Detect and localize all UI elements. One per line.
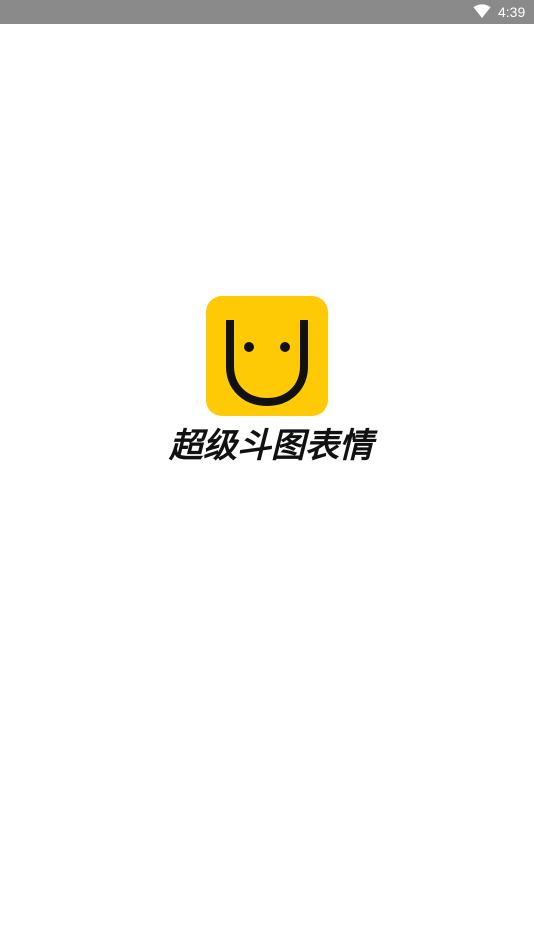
- status-bar: 4:39: [0, 0, 534, 24]
- app-logo: [206, 296, 328, 416]
- wifi-icon: [473, 4, 491, 18]
- splash-screen: 超级斗图表情: [0, 24, 534, 949]
- smiley-face-icon: [226, 320, 308, 407]
- status-time: 4:39: [498, 4, 526, 20]
- app-name: 超级斗图表情: [169, 426, 373, 466]
